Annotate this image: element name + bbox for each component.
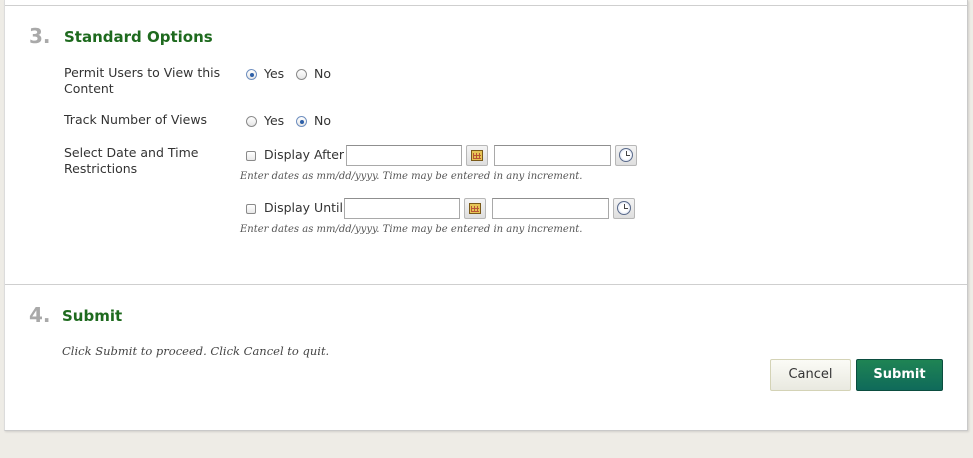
calendar-icon: [471, 150, 483, 161]
display-after-calendar-button[interactable]: [466, 145, 488, 166]
submit-button[interactable]: Submit: [856, 359, 943, 391]
permit-no-radio[interactable]: [296, 69, 307, 80]
display-until-calendar-button[interactable]: [464, 198, 486, 219]
section-title-standard-options: Standard Options: [64, 28, 213, 46]
display-after-label[interactable]: Display After: [264, 147, 344, 162]
display-after-time-input[interactable]: [494, 145, 611, 166]
display-after-checkbox[interactable]: [246, 151, 256, 161]
step-number-4: 4.: [29, 303, 51, 327]
track-views-label: Track Number of Views: [64, 112, 208, 127]
display-until-label[interactable]: Display Until: [264, 200, 343, 215]
section-divider: [5, 284, 967, 285]
display-after-hint: Enter dates as mm/dd/yyyy. Time may be e…: [240, 171, 583, 182]
calendar-icon: [469, 203, 481, 214]
permit-yes-radio[interactable]: [246, 69, 257, 80]
clock-icon: [619, 148, 633, 162]
content-options-panel: 3. Standard Options Permit Users to View…: [4, 0, 968, 431]
section-title-submit: Submit: [62, 307, 123, 325]
display-until-date-input[interactable]: [344, 198, 460, 219]
date-restrictions-label: Select Date and Time Restrictions: [64, 145, 199, 176]
permit-no-label[interactable]: No: [314, 66, 331, 81]
display-until-checkbox[interactable]: [246, 204, 256, 214]
display-after-date-input[interactable]: [346, 145, 462, 166]
cancel-button[interactable]: Cancel: [770, 359, 851, 391]
permit-yes-label[interactable]: Yes: [264, 66, 284, 81]
track-no-label[interactable]: No: [314, 113, 331, 128]
track-yes-label[interactable]: Yes: [264, 113, 284, 128]
permit-view-label: Permit Users to View this Content: [64, 65, 221, 96]
submit-instruction: Click Submit to proceed. Click Cancel to…: [62, 344, 330, 358]
track-no-radio[interactable]: [296, 116, 307, 127]
top-divider: [5, 5, 967, 6]
step-number-3: 3.: [29, 24, 51, 48]
display-until-clock-button[interactable]: [613, 198, 635, 219]
track-yes-radio[interactable]: [246, 116, 257, 127]
clock-icon: [617, 201, 631, 215]
display-until-hint: Enter dates as mm/dd/yyyy. Time may be e…: [240, 224, 583, 235]
display-after-clock-button[interactable]: [615, 145, 637, 166]
display-until-time-input[interactable]: [492, 198, 609, 219]
